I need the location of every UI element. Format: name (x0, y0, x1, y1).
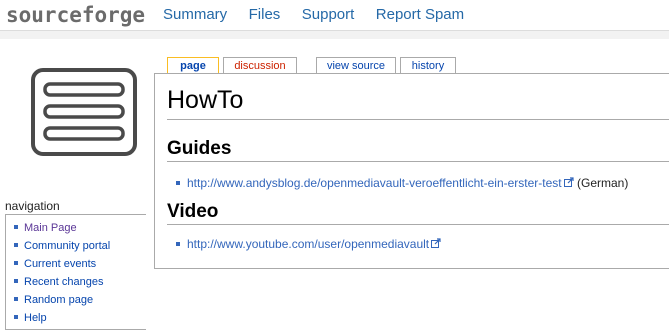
guides-divider (167, 161, 669, 162)
top-nav: Summary Files Support Report Spam (163, 6, 481, 24)
tab-discussion-label[interactable]: discussion (234, 60, 285, 72)
header-strip (0, 31, 669, 39)
nav-support-link[interactable]: Support (302, 6, 355, 23)
tab-view-source[interactable]: view source (316, 57, 396, 74)
youtube-link[interactable]: http://www.youtube.com/user/openmediavau… (187, 237, 429, 251)
tab-discussion[interactable]: discussion (223, 57, 297, 74)
sidebar-item-current-events: Current events (14, 255, 146, 273)
sidebar-item-recent-changes: Recent changes (14, 273, 146, 291)
sidebar-link-community-portal[interactable]: Community portal (24, 240, 110, 252)
tab-page-label[interactable]: page (180, 60, 206, 72)
section-heading-guides: Guides (167, 138, 232, 159)
andysblog-link[interactable]: http://www.andysblog.de/openmediavault-v… (187, 176, 562, 190)
section-heading-video: Video (167, 201, 219, 222)
tab-page[interactable]: page (167, 57, 219, 74)
sidebar-link-random-page[interactable]: Random page (24, 294, 93, 306)
sidebar-item-random-page: Random page (14, 291, 146, 309)
external-link-icon (431, 237, 441, 251)
nav-files-link[interactable]: Files (249, 6, 281, 23)
navigation-title: navigation (5, 199, 60, 213)
nav-report-spam-link[interactable]: Report Spam (376, 6, 464, 23)
tab-history-label[interactable]: history (412, 60, 444, 72)
sidebar-link-recent-changes[interactable]: Recent changes (24, 276, 104, 288)
sidebar-item-main-page: Main Page (14, 219, 146, 237)
title-divider (167, 119, 669, 120)
sidebar-link-current-events[interactable]: Current events (24, 258, 96, 270)
sidebar-link-main-page[interactable]: Main Page (24, 222, 77, 234)
bullet-icon (14, 261, 18, 266)
video-divider (167, 224, 669, 225)
external-link-icon (563, 176, 574, 190)
tab-view-source-label[interactable]: view source (327, 60, 385, 72)
list-item: http://www.youtube.com/user/openmediavau… (176, 237, 441, 252)
navigation-portlet: Main Page Community portal Current event… (5, 214, 146, 330)
bullet-icon (14, 315, 18, 320)
bullet-icon (176, 180, 180, 185)
list-item: http://www.andysblog.de/openmediavault-v… (176, 176, 628, 191)
content-area: HowTo Guides http://www.andysblog.de/ope… (154, 73, 669, 269)
sidebar-link-help[interactable]: Help (24, 312, 47, 324)
bullet-icon (14, 279, 18, 284)
sidebar-item-help: Help (14, 309, 146, 327)
language-note: (German) (573, 176, 629, 190)
bullet-icon (176, 241, 180, 246)
top-bar: sourceforge Summary Files Support Report… (0, 0, 669, 31)
document-lines-icon[interactable] (31, 68, 137, 156)
page-title: HowTo (167, 86, 244, 114)
tab-history[interactable]: history (400, 57, 456, 74)
nav-summary-link[interactable]: Summary (163, 6, 227, 23)
bullet-icon (14, 297, 18, 302)
bullet-icon (14, 243, 18, 248)
sidebar-item-community-portal: Community portal (14, 237, 146, 255)
sourceforge-logo[interactable]: sourceforge (6, 3, 145, 27)
bullet-icon (14, 225, 18, 230)
